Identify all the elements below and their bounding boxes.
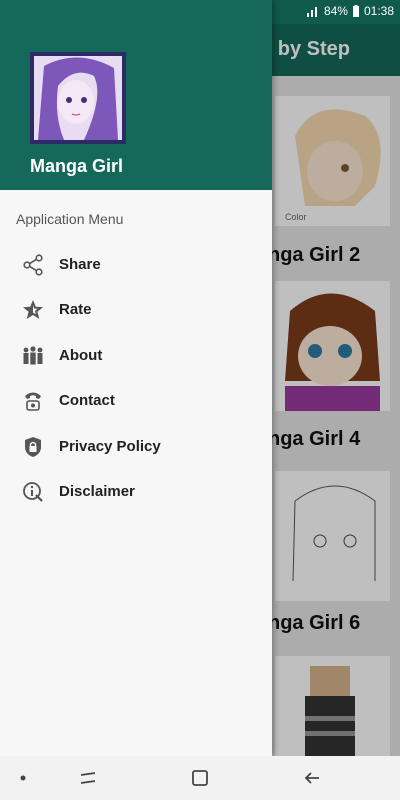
menu-item-label: Contact	[59, 392, 115, 409]
menu-item-about[interactable]: About	[0, 336, 272, 376]
menu-item-label: Disclaimer	[59, 483, 135, 500]
clock: 01:38	[363, 4, 394, 18]
battery-percent: 84%	[323, 4, 348, 18]
lock-icon	[25, 437, 41, 457]
menu-item-label: Share	[59, 256, 101, 273]
menu-item-label: Rate	[59, 301, 92, 318]
drawer-header: Manga Girl	[0, 0, 272, 190]
recent-apps-icon[interactable]	[78, 768, 98, 788]
menu-item-share[interactable]: Share	[0, 245, 272, 285]
menu-item-label: About	[59, 347, 103, 364]
info-icon	[23, 482, 43, 502]
home-icon[interactable]	[190, 768, 210, 788]
menu-item-rate[interactable]: Rate	[0, 290, 272, 330]
star-icon	[23, 300, 43, 319]
phone-icon	[25, 392, 41, 411]
share-icon	[23, 254, 43, 276]
drawer-app-name: Manga Girl	[30, 156, 124, 176]
menu-item-privacy-policy[interactable]: Privacy Policy	[0, 427, 272, 467]
menu-item-label: Privacy Policy	[59, 438, 161, 455]
menu-item-contact[interactable]: Contact	[0, 381, 272, 421]
dot-icon[interactable]	[20, 775, 26, 781]
people-icon	[23, 346, 43, 365]
system-nav-bar	[0, 756, 400, 800]
menu-item-disclaimer[interactable]: Disclaimer	[0, 472, 272, 512]
signal-icon	[306, 7, 317, 17]
app-avatar	[30, 52, 126, 144]
back-icon[interactable]	[302, 768, 322, 788]
status-icons: 84% 01:38	[306, 4, 394, 18]
manga-girl-portrait	[34, 56, 122, 140]
navigation-drawer: Manga Girl Application Menu Share Rate A…	[0, 0, 272, 756]
menu-section-title: Application Menu	[16, 211, 124, 227]
battery-icon	[352, 5, 359, 17]
